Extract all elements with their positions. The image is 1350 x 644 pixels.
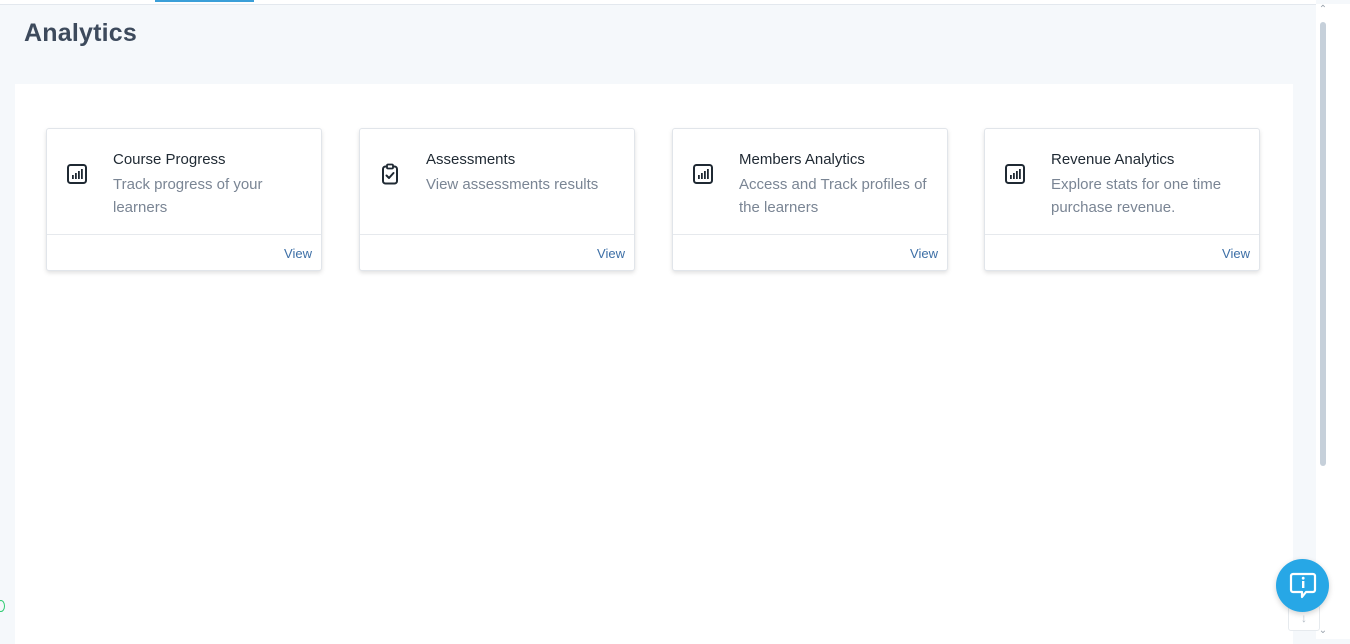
card-footer: View [47, 235, 321, 271]
card-footer: View [360, 235, 634, 271]
card-description: View assessments results [426, 176, 599, 193]
clipboard-check-icon [379, 163, 401, 185]
card-course-progress: Course Progress Track progress of your l… [46, 128, 322, 271]
card-footer: View [673, 235, 947, 271]
bar-chart-icon [1004, 163, 1026, 185]
bar-chart-icon [66, 163, 88, 185]
card-body: Revenue Analytics Explore stats for one … [985, 129, 1259, 235]
card-revenue-analytics: Revenue Analytics Explore stats for one … [984, 128, 1260, 271]
card-assessments: Assessments View assessments results Vie… [359, 128, 635, 271]
active-tab-indicator [155, 0, 254, 2]
view-members-analytics-link[interactable]: View [910, 246, 938, 261]
card-title: Revenue Analytics [1051, 151, 1175, 168]
view-revenue-analytics-link[interactable]: View [1222, 246, 1250, 261]
card-title: Members Analytics [739, 151, 865, 168]
bar-chart-icon [692, 163, 714, 185]
card-members-analytics: Members Analytics Access and Track profi… [672, 128, 948, 271]
view-assessments-link[interactable]: View [597, 246, 625, 261]
card-description: Track progress of your learners [113, 176, 263, 216]
card-title: Course Progress [113, 151, 226, 168]
card-footer: View [985, 235, 1259, 271]
page-title: Analytics [24, 19, 137, 47]
scrollbar-thumb[interactable] [1320, 22, 1326, 466]
card-description: Explore stats for one time purchase reve… [1051, 176, 1222, 216]
card-body: Course Progress Track progress of your l… [47, 129, 321, 235]
help-chat-button[interactable] [1276, 559, 1329, 612]
scroll-up-arrow-icon[interactable]: ⌃ [1317, 4, 1329, 16]
card-body: Assessments View assessments results [360, 129, 634, 235]
card-body: Members Analytics Access and Track profi… [673, 129, 947, 235]
status-indicator [0, 600, 5, 612]
view-course-progress-link[interactable]: View [284, 246, 312, 261]
card-title: Assessments [426, 151, 516, 168]
card-description: Access and Track profiles of the learner… [739, 176, 927, 216]
